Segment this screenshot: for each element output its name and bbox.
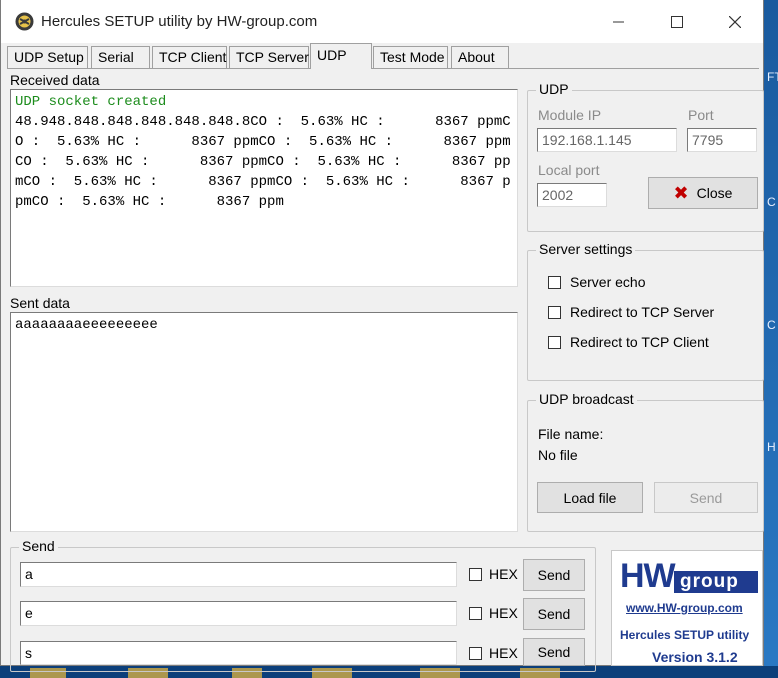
- tab-tcp-server[interactable]: TCP Server: [229, 46, 309, 68]
- server-settings-title: Server settings: [536, 241, 636, 257]
- redirect-tcp-client-checkbox[interactable]: [548, 336, 561, 349]
- send-button-2[interactable]: Send: [523, 598, 585, 630]
- send-input-2[interactable]: e: [20, 601, 457, 626]
- received-data-content: 48.948.848.848.848.848.848.8CO : 5.63% H…: [15, 114, 511, 210]
- redirect-tcp-server-checkbox[interactable]: [548, 306, 561, 319]
- received-status-line: UDP socket created: [15, 94, 167, 110]
- tab-test-mode[interactable]: Test Mode: [373, 46, 448, 68]
- desktop-icon-label: H: [767, 440, 776, 454]
- redirect-tcp-server-label: Redirect to TCP Server: [570, 304, 715, 320]
- tab-udp-setup[interactable]: UDP Setup: [7, 46, 88, 68]
- hex-checkbox-2[interactable]: [469, 607, 482, 620]
- received-data-textarea[interactable]: UDP socket created 48.948.848.848.848.84…: [10, 89, 518, 287]
- tab-about[interactable]: About: [451, 46, 509, 68]
- sent-data-content: aaaaaaaaeeeeeeeee: [15, 317, 158, 333]
- udp-broadcast-title: UDP broadcast: [536, 391, 637, 407]
- load-file-button[interactable]: Load file: [537, 482, 643, 513]
- module-ip-label: Module IP: [538, 107, 602, 123]
- desktop-icon-label: C: [767, 195, 776, 209]
- send-group-title: Send: [19, 538, 58, 554]
- logo-url-link[interactable]: www.HW-group.com: [626, 601, 743, 615]
- hex-checkbox-3[interactable]: [469, 647, 482, 660]
- hex-label-2: HEX: [489, 605, 518, 621]
- server-echo-checkbox[interactable]: [548, 276, 561, 289]
- hercules-window: Hercules SETUP utility by HW-group.com U…: [0, 0, 764, 672]
- sent-data-textarea[interactable]: aaaaaaaaeeeeeeeee: [10, 312, 518, 532]
- logo-version: Version 3.1.2: [652, 649, 738, 665]
- module-ip-input[interactable]: 192.168.1.145: [537, 128, 677, 152]
- logo-group-text: group: [674, 571, 758, 593]
- maximize-icon: [671, 15, 683, 28]
- tab-udp[interactable]: UDP: [310, 43, 372, 69]
- send-button-3[interactable]: Send: [523, 638, 585, 666]
- udp-group-title: UDP: [536, 81, 572, 97]
- send-input-3[interactable]: s: [20, 641, 457, 665]
- hercules-app-icon: [15, 12, 34, 31]
- logo-product-name: Hercules SETUP utility: [620, 628, 750, 642]
- close-window-button[interactable]: [706, 0, 764, 43]
- port-label: Port: [688, 107, 714, 123]
- server-echo-label: Server echo: [570, 274, 646, 290]
- desktop-icon-label: C: [767, 318, 776, 332]
- port-input[interactable]: 7795: [687, 128, 757, 152]
- desktop-background: [764, 0, 778, 678]
- hex-label-1: HEX: [489, 566, 518, 582]
- redirect-tcp-client-label: Redirect to TCP Client: [570, 334, 709, 350]
- close-socket-button[interactable]: ✖ Close: [648, 177, 758, 209]
- close-socket-label: Close: [696, 185, 733, 201]
- local-port-label: Local port: [538, 162, 600, 178]
- logo-hw-text: HW: [620, 557, 676, 595]
- local-port-input[interactable]: 2002: [537, 183, 607, 207]
- send-button-1[interactable]: Send: [523, 559, 585, 591]
- minimize-icon: [613, 21, 624, 22]
- hw-group-logo[interactable]: HW group www.HW-group.com Hercules SETUP…: [611, 550, 763, 666]
- tab-strip: UDP Setup Serial TCP Client TCP Server U…: [7, 43, 757, 69]
- broadcast-send-button[interactable]: Send: [654, 482, 758, 513]
- hex-label-3: HEX: [489, 645, 518, 661]
- received-data-label: Received data: [10, 72, 100, 88]
- close-icon: [729, 15, 741, 28]
- title-bar[interactable]: Hercules SETUP utility by HW-group.com: [1, 0, 763, 43]
- window-title: Hercules SETUP utility by HW-group.com: [41, 13, 318, 30]
- minimize-button[interactable]: [590, 0, 648, 43]
- file-name-label: File name:: [538, 426, 604, 442]
- send-input-1[interactable]: a: [20, 562, 457, 587]
- sent-data-label: Sent data: [10, 295, 70, 311]
- hex-checkbox-1[interactable]: [469, 568, 482, 581]
- tab-serial[interactable]: Serial: [91, 46, 150, 68]
- file-name-value: No file: [538, 447, 578, 463]
- tab-tcp-client[interactable]: TCP Client: [152, 46, 227, 68]
- close-x-icon: ✖: [673, 183, 689, 203]
- desktop-icon-label: FT: [767, 70, 778, 84]
- maximize-button[interactable]: [648, 0, 706, 43]
